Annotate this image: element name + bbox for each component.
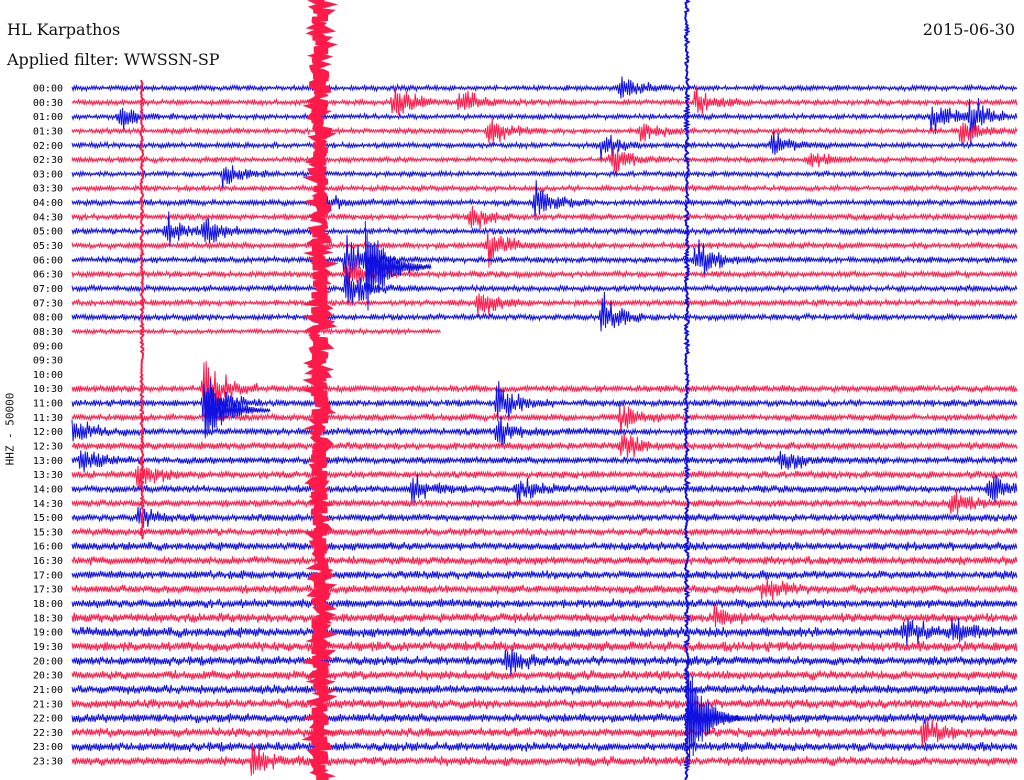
tick-label-2000: 20:00 <box>33 656 63 667</box>
trace-0000 <box>71 76 1018 99</box>
vertical-streak-3 <box>138 79 146 540</box>
tick-label-2200: 22:00 <box>33 714 63 725</box>
tick-label-1230: 12:30 <box>33 442 63 453</box>
trace-0300 <box>71 165 1018 188</box>
trace-1800 <box>71 598 1018 609</box>
tick-label-0800: 08:00 <box>33 313 63 324</box>
trace-0230 <box>71 147 1018 175</box>
trace-2230 <box>71 717 1018 747</box>
trace-1900 <box>71 618 1018 647</box>
trace-2300 <box>71 741 1018 752</box>
trace-group <box>71 76 1018 776</box>
tick-label-1800: 18:00 <box>33 599 63 610</box>
tick-label-0900: 09:00 <box>33 341 63 352</box>
tick-label-1300: 13:00 <box>33 456 63 467</box>
tick-label-0730: 07:30 <box>33 298 63 309</box>
trace-0330 <box>71 183 1018 194</box>
trace-0200 <box>71 131 1018 160</box>
trace-1500 <box>71 507 1018 527</box>
tick-label-0000: 00:00 <box>33 84 63 95</box>
tick-label-1630: 16:30 <box>33 556 63 567</box>
tick-label-0100: 01:00 <box>33 112 63 123</box>
tick-label-1600: 16:00 <box>33 542 63 553</box>
trace-2330 <box>71 744 1018 776</box>
trace-2130 <box>71 698 1018 710</box>
trace-1530 <box>71 526 1018 538</box>
tick-label-1030: 10:30 <box>33 384 63 395</box>
tick-label-0830: 08:30 <box>33 327 63 338</box>
trace-1730 <box>71 578 1018 601</box>
trace-1700 <box>71 570 1018 581</box>
tick-label-0530: 05:30 <box>33 241 63 252</box>
trace-1400 <box>71 474 1018 503</box>
helicorder-plot: 00:00 00:30 01:00 01:30 02:00 02:30 03:00 03:30… <box>33 0 1018 780</box>
tick-label-1530: 15:30 <box>33 527 63 538</box>
tick-label-1930: 19:30 <box>33 642 63 653</box>
tick-label-0600: 06:00 <box>33 255 63 266</box>
tick-label-1430: 14:30 <box>33 499 63 510</box>
tick-label-1900: 19:00 <box>33 628 63 639</box>
time-tick-labels: 00:00 00:30 01:00 01:30 02:00 02:30 03:00 03:30… <box>33 84 63 768</box>
tick-label-0400: 04:00 <box>33 198 63 209</box>
trace-0130 <box>71 118 1018 146</box>
trace-0830 <box>71 327 441 336</box>
tick-label-0330: 03:30 <box>33 184 63 195</box>
tick-label-2330: 23:30 <box>33 757 63 768</box>
tick-label-1100: 11:00 <box>33 399 63 410</box>
tick-label-1730: 17:30 <box>33 585 63 596</box>
tick-label-0700: 07:00 <box>33 284 63 295</box>
trace-0800 <box>71 291 1018 332</box>
trace-2100 <box>71 684 1018 695</box>
tick-label-1830: 18:30 <box>33 613 63 624</box>
tick-label-1330: 13:30 <box>33 470 63 481</box>
tick-label-0430: 04:30 <box>33 212 63 223</box>
tick-label-2230: 22:30 <box>33 728 63 739</box>
trace-1930 <box>71 640 1018 652</box>
trace-1600 <box>71 541 1018 552</box>
tick-label-0930: 09:30 <box>33 356 63 367</box>
tick-label-1130: 11:30 <box>33 413 63 424</box>
tick-label-1200: 12:00 <box>33 427 63 438</box>
tick-label-1000: 10:00 <box>33 370 63 381</box>
trace-1300 <box>71 450 1018 473</box>
tick-label-2130: 21:30 <box>33 699 63 710</box>
tick-label-0230: 02:30 <box>33 155 63 166</box>
trace-0730 <box>71 293 1018 317</box>
tick-label-0500: 05:00 <box>33 227 63 238</box>
trace-1430 <box>71 491 1018 515</box>
tick-label-0300: 03:00 <box>33 169 63 180</box>
trace-1830 <box>71 604 1018 628</box>
tick-label-1700: 17:00 <box>33 570 63 581</box>
tick-label-0630: 06:30 <box>33 270 63 281</box>
event-swarm-1 <box>364 220 432 311</box>
trace-2200 <box>71 713 1018 724</box>
tick-label-0200: 02:00 <box>33 141 63 152</box>
tick-label-1500: 15:00 <box>33 513 63 524</box>
tick-label-2030: 20:30 <box>33 671 63 682</box>
tick-label-0130: 01:30 <box>33 126 63 137</box>
tick-label-1400: 14:00 <box>33 484 63 495</box>
trace-0100 <box>71 98 1018 147</box>
trace-0630 <box>71 259 1018 287</box>
tick-label-2300: 23:00 <box>33 742 63 753</box>
trace-1630 <box>71 555 1018 566</box>
trace-2000 <box>71 649 1018 677</box>
trace-1230 <box>71 433 1018 458</box>
tick-label-0030: 00:30 <box>33 98 63 109</box>
trace-2030 <box>71 669 1018 681</box>
tick-label-2100: 21:00 <box>33 685 63 696</box>
